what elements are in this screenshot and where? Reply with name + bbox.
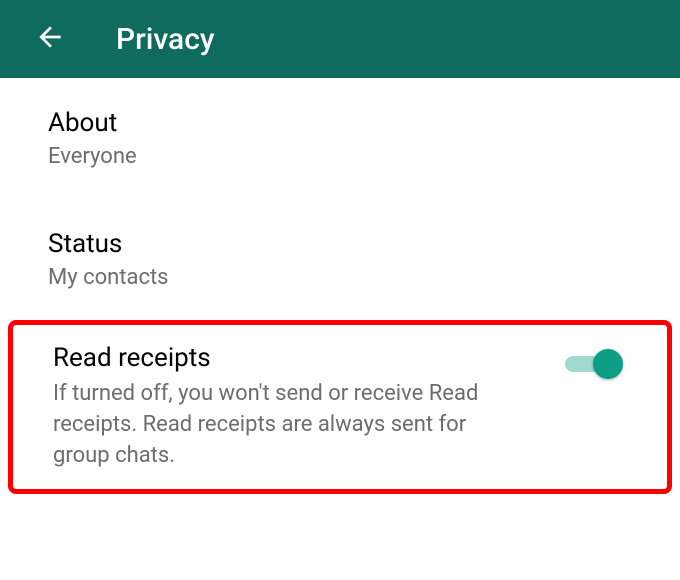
back-button[interactable] [26,15,74,63]
setting-read-receipts-highlight: Read receipts If turned off, you won't s… [8,320,672,494]
setting-status[interactable]: Status My contacts [0,199,680,320]
toggle-thumb [593,349,623,379]
setting-read-receipts[interactable]: Read receipts If turned off, you won't s… [53,343,565,471]
setting-about[interactable]: About Everyone [0,78,680,199]
setting-status-value: My contacts [48,265,632,290]
read-receipts-toggle[interactable] [565,349,623,379]
settings-list: About Everyone Status My contacts Read r… [0,78,680,494]
app-bar: Privacy [0,0,680,78]
arrow-back-icon [34,21,66,57]
setting-read-receipts-description: If turned off, you won't send or receive… [53,379,513,471]
setting-status-title: Status [48,229,632,259]
setting-about-title: About [48,108,632,138]
setting-read-receipts-title: Read receipts [53,343,565,373]
setting-about-value: Everyone [48,144,632,169]
page-title: Privacy [116,22,215,57]
